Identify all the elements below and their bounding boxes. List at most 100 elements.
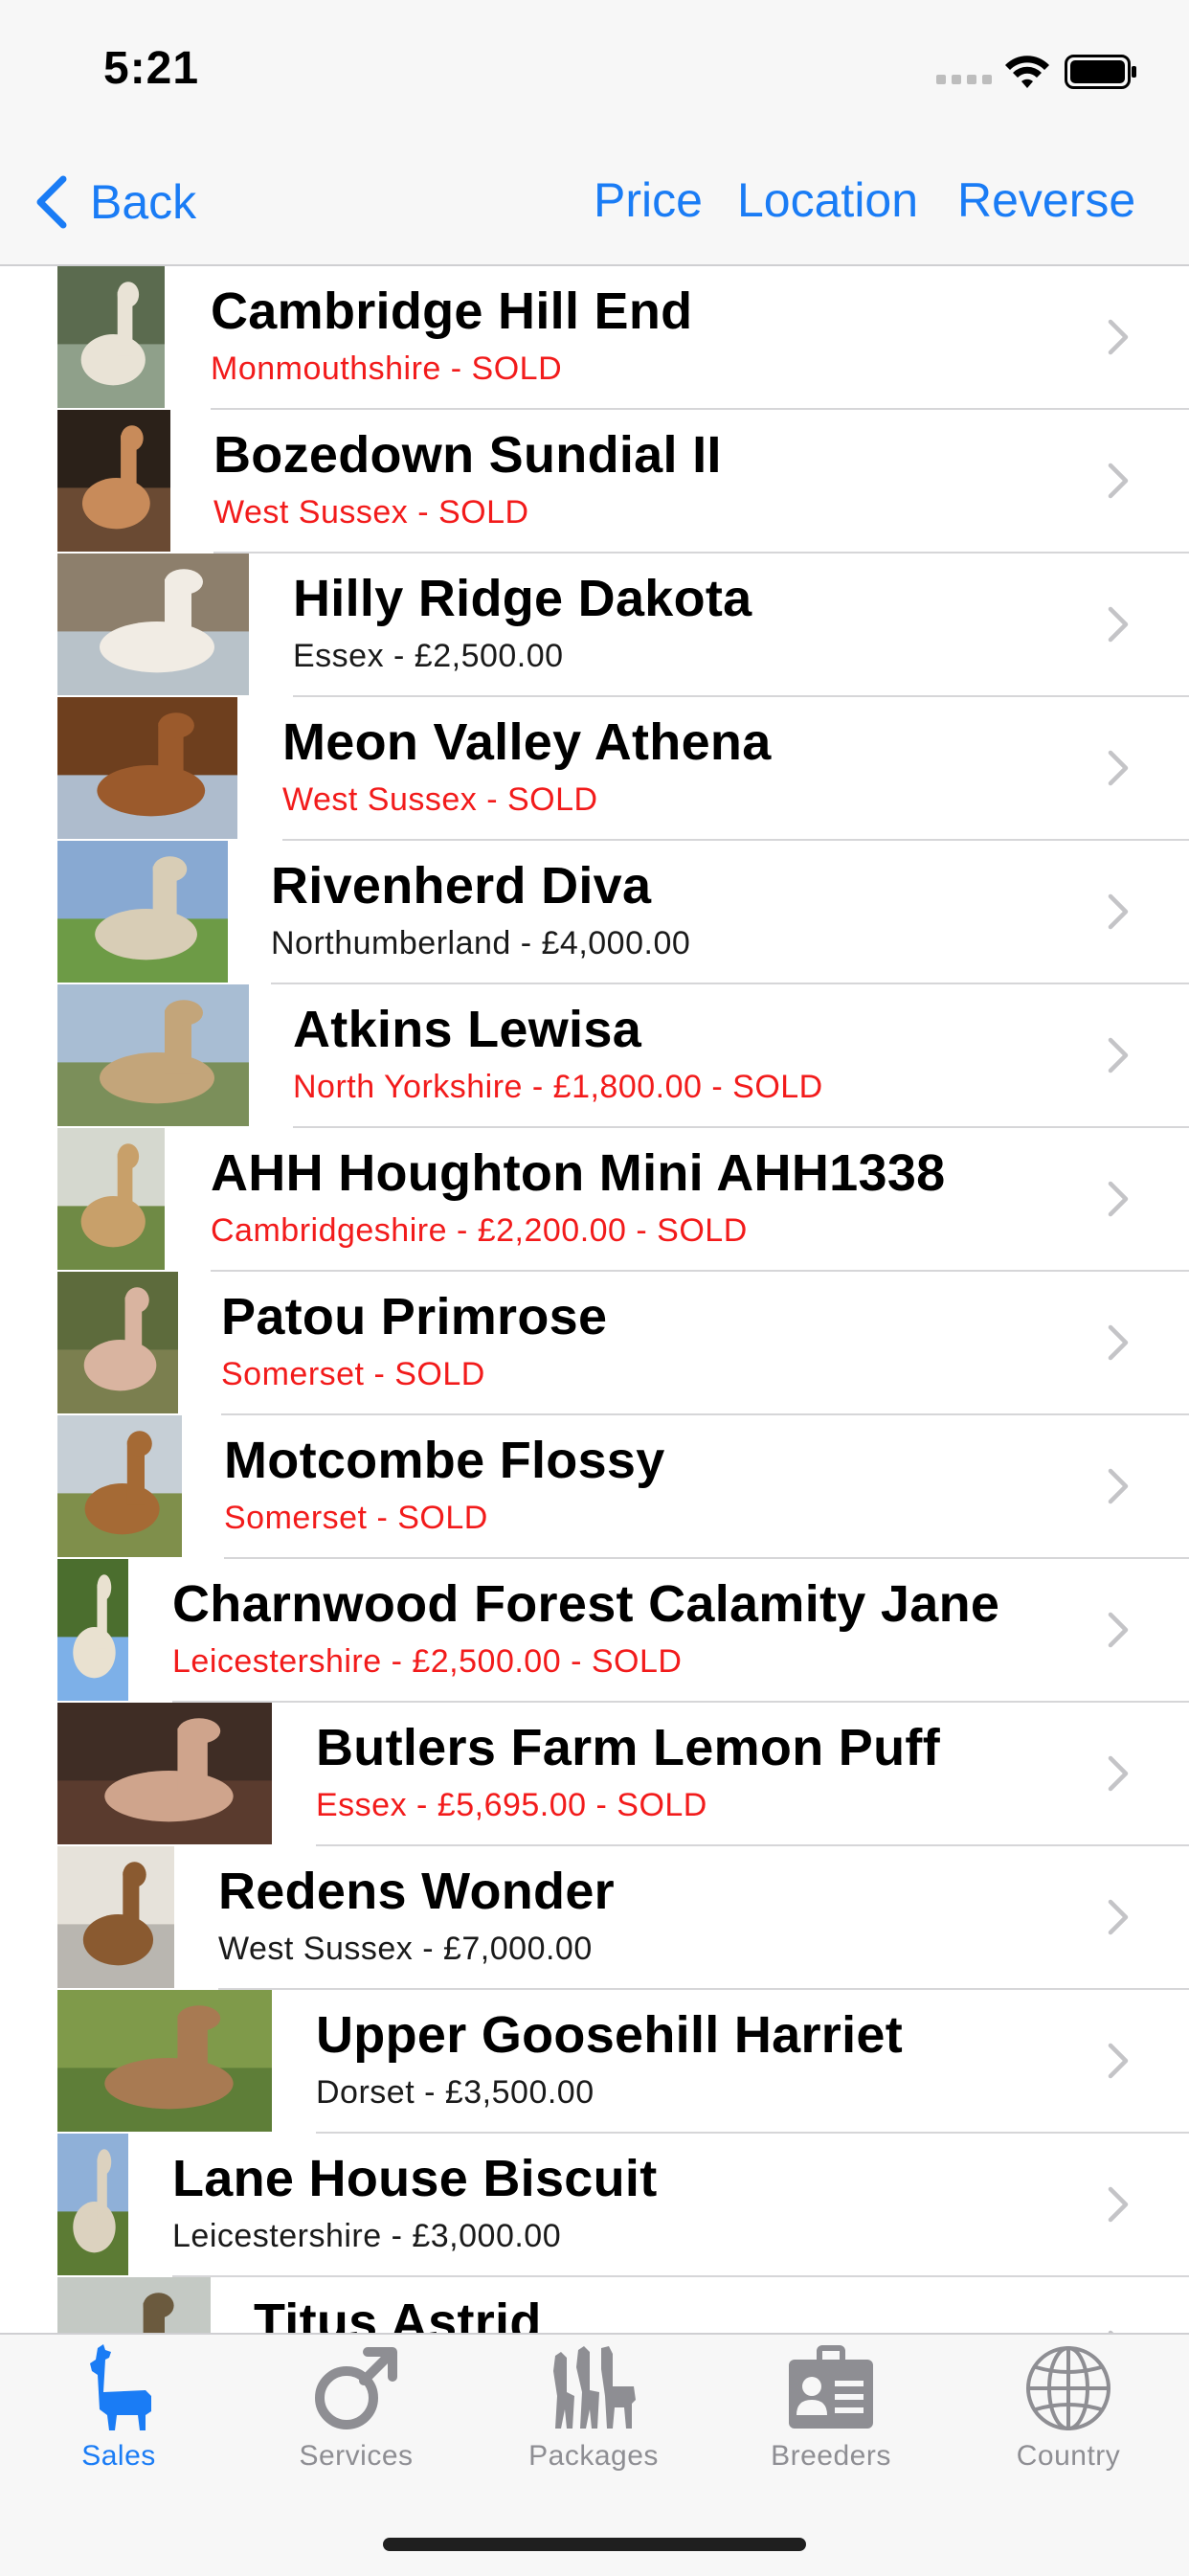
alpaca-thumbnail <box>57 554 249 695</box>
tab-label: Services <box>299 2440 414 2472</box>
chevron-right-icon <box>1108 750 1129 786</box>
alpaca-icon <box>90 2344 151 2430</box>
battery-icon <box>1065 55 1136 89</box>
listing-name: AHH Houghton Mini AHH1338 <box>211 1144 946 1202</box>
list-item-text: Charnwood Forest Calamity Jane Leicesters… <box>172 1574 999 1681</box>
listing-location-price: Leicestershire - £3,000.00 <box>172 2218 562 2254</box>
list-item-text: Meon Valley Athena West Sussex - SOLD <box>282 712 772 819</box>
alpaca-photo <box>57 1128 165 1270</box>
listing-name: Cambridge Hill End <box>211 282 693 340</box>
back-button[interactable]: Back <box>34 170 196 234</box>
home-indicator <box>383 2538 806 2551</box>
alpaca-thumbnail <box>57 984 249 1126</box>
tab-label: Breeders <box>771 2440 891 2472</box>
list-item-text: Butlers Farm Lemon Puff Essex - £5,695.00… <box>316 1718 940 1824</box>
list-item[interactable]: Butlers Farm Lemon Puff Essex - £5,695.00… <box>0 1703 1189 1846</box>
list-item[interactable]: Cambridge Hill End Monmouthshire - SOLD <box>0 266 1189 410</box>
list-item-text: Bozedown Sundial II West Sussex - SOLD <box>213 425 722 531</box>
list-item-text: Lane House Biscuit Leicestershire - £3,00… <box>172 2149 658 2255</box>
chevron-right-icon <box>1108 1037 1129 1073</box>
alpaca-thumbnail <box>57 1415 182 1557</box>
list-item-text: Redens Wonder West Sussex - £7,000.00 <box>218 1862 615 1968</box>
list-item[interactable]: Patou Primrose Somerset - SOLD <box>0 1272 1189 1415</box>
list-item[interactable]: Motcombe Flossy Somerset - SOLD <box>0 1415 1189 1559</box>
alpaca-photo <box>57 1559 128 1701</box>
id-card-icon <box>789 2345 873 2429</box>
listing-location-price: Somerset - SOLD <box>224 1500 488 1536</box>
listing-name: Motcombe Flossy <box>224 1432 665 1489</box>
list-item-text: Hilly Ridge Dakota Essex - £2,500.00 <box>293 569 752 675</box>
alpaca-thumbnail <box>57 697 237 839</box>
tab-packages[interactable]: Packages <box>475 2342 712 2476</box>
list-item[interactable]: Lane House Biscuit Leicestershire - £3,00… <box>0 2134 1189 2277</box>
chevron-right-icon <box>1108 2043 1129 2079</box>
list-item[interactable]: Bozedown Sundial II West Sussex - SOLD <box>0 410 1189 554</box>
list-item[interactable]: AHH Houghton Mini AHH1338 Cambridgeshire … <box>0 1128 1189 1272</box>
list-item[interactable]: Titus Astrid <box>0 2277 1189 2333</box>
alpaca-thumbnail <box>57 266 165 408</box>
alpaca-thumbnail <box>57 1272 178 1413</box>
navigation-bar: Back Price Location Reverse <box>0 134 1189 266</box>
listing-location-price: Essex - £5,695.00 - SOLD <box>316 1787 707 1823</box>
listing-name: Charnwood Forest Calamity Jane <box>172 1575 1000 1633</box>
chevron-right-icon <box>1108 319 1129 355</box>
listing-name: Upper Goosehill Harriet <box>316 2006 904 2064</box>
alpaca-photo <box>57 1415 182 1557</box>
chevron-right-icon <box>1108 606 1129 643</box>
list-item-text: Atkins Lewisa North Yorkshire - £1,800.00… <box>293 1000 823 1106</box>
reverse-order-button[interactable]: Reverse <box>957 172 1135 228</box>
listing-location-price: Monmouthshire - SOLD <box>211 350 563 387</box>
list-item[interactable]: Redens Wonder West Sussex - £7,000.00 <box>0 1846 1189 1990</box>
chevron-right-icon <box>1108 893 1129 930</box>
globe-icon <box>1026 2346 1110 2430</box>
tab-services[interactable]: Services <box>237 2342 475 2476</box>
chevron-right-icon <box>1108 1755 1129 1792</box>
status-bar: 5:21 <box>0 0 1189 134</box>
listing-location-price: Dorset - £3,500.00 <box>316 2074 594 2111</box>
listing-name: Lane House Biscuit <box>172 2150 658 2207</box>
alpaca-thumbnail <box>57 1846 174 1988</box>
chevron-right-icon <box>1108 1899 1129 1935</box>
list-item-text: Cambridge Hill End Monmouthshire - SOLD <box>211 282 692 388</box>
chevron-right-icon <box>1108 463 1129 499</box>
tab-country[interactable]: Country <box>950 2342 1187 2476</box>
cellular-signal-icon <box>936 75 992 86</box>
back-button-label: Back <box>90 175 197 229</box>
list-item[interactable]: Atkins Lewisa North Yorkshire - £1,800.00… <box>0 984 1189 1128</box>
wifi-icon <box>1005 56 1049 88</box>
alpaca-photo <box>57 2277 211 2333</box>
alpaca-photo <box>57 410 170 552</box>
tab-label: Packages <box>528 2440 659 2472</box>
alpaca-photo <box>57 984 249 1126</box>
chevron-right-icon <box>1108 1468 1129 1504</box>
chevron-right-icon <box>1108 1612 1129 1648</box>
listing-name: Redens Wonder <box>218 1863 615 1920</box>
male-symbol-icon <box>315 2347 397 2429</box>
alpaca-photo <box>57 1703 272 1844</box>
listing-location-price: West Sussex - £7,000.00 <box>218 1931 593 1967</box>
tab-label: Sales <box>81 2440 156 2472</box>
tab-breeders[interactable]: Breeders <box>712 2342 950 2476</box>
alpaca-thumbnail <box>57 2134 128 2275</box>
alpaca-photo <box>57 266 165 408</box>
alpaca-photo <box>57 1272 178 1413</box>
sort-price-button[interactable]: Price <box>594 172 703 228</box>
list-item-text: Motcombe Flossy Somerset - SOLD <box>224 1431 665 1537</box>
listing-name: Bozedown Sundial II <box>213 426 722 484</box>
sales-list[interactable]: Cambridge Hill End Monmouthshire - SOLD Bo… <box>0 266 1189 2333</box>
listing-name: Hilly Ridge Dakota <box>293 570 752 627</box>
list-item-text: Rivenherd Diva Northumberland - £4,000.00 <box>271 856 690 962</box>
list-item-text: Patou Primrose Somerset - SOLD <box>221 1287 607 1393</box>
list-item[interactable]: Hilly Ridge Dakota Essex - £2,500.00 <box>0 554 1189 697</box>
listing-name: Butlers Farm Lemon Puff <box>316 1719 940 1776</box>
list-item[interactable]: Upper Goosehill Harriet Dorset - £3,500.0… <box>0 1990 1189 2134</box>
listing-location-price: North Yorkshire - £1,800.00 - SOLD <box>293 1069 823 1105</box>
list-item[interactable]: Charnwood Forest Calamity Jane Leicesters… <box>0 1559 1189 1703</box>
list-item-text: Titus Astrid <box>254 2293 542 2333</box>
tab-sales[interactable]: Sales <box>0 2342 237 2476</box>
sort-location-button[interactable]: Location <box>737 172 918 228</box>
list-item[interactable]: Rivenherd Diva Northumberland - £4,000.00 <box>0 841 1189 984</box>
alpaca-thumbnail <box>57 410 170 552</box>
alpaca-thumbnail <box>57 841 228 983</box>
list-item[interactable]: Meon Valley Athena West Sussex - SOLD <box>0 697 1189 841</box>
